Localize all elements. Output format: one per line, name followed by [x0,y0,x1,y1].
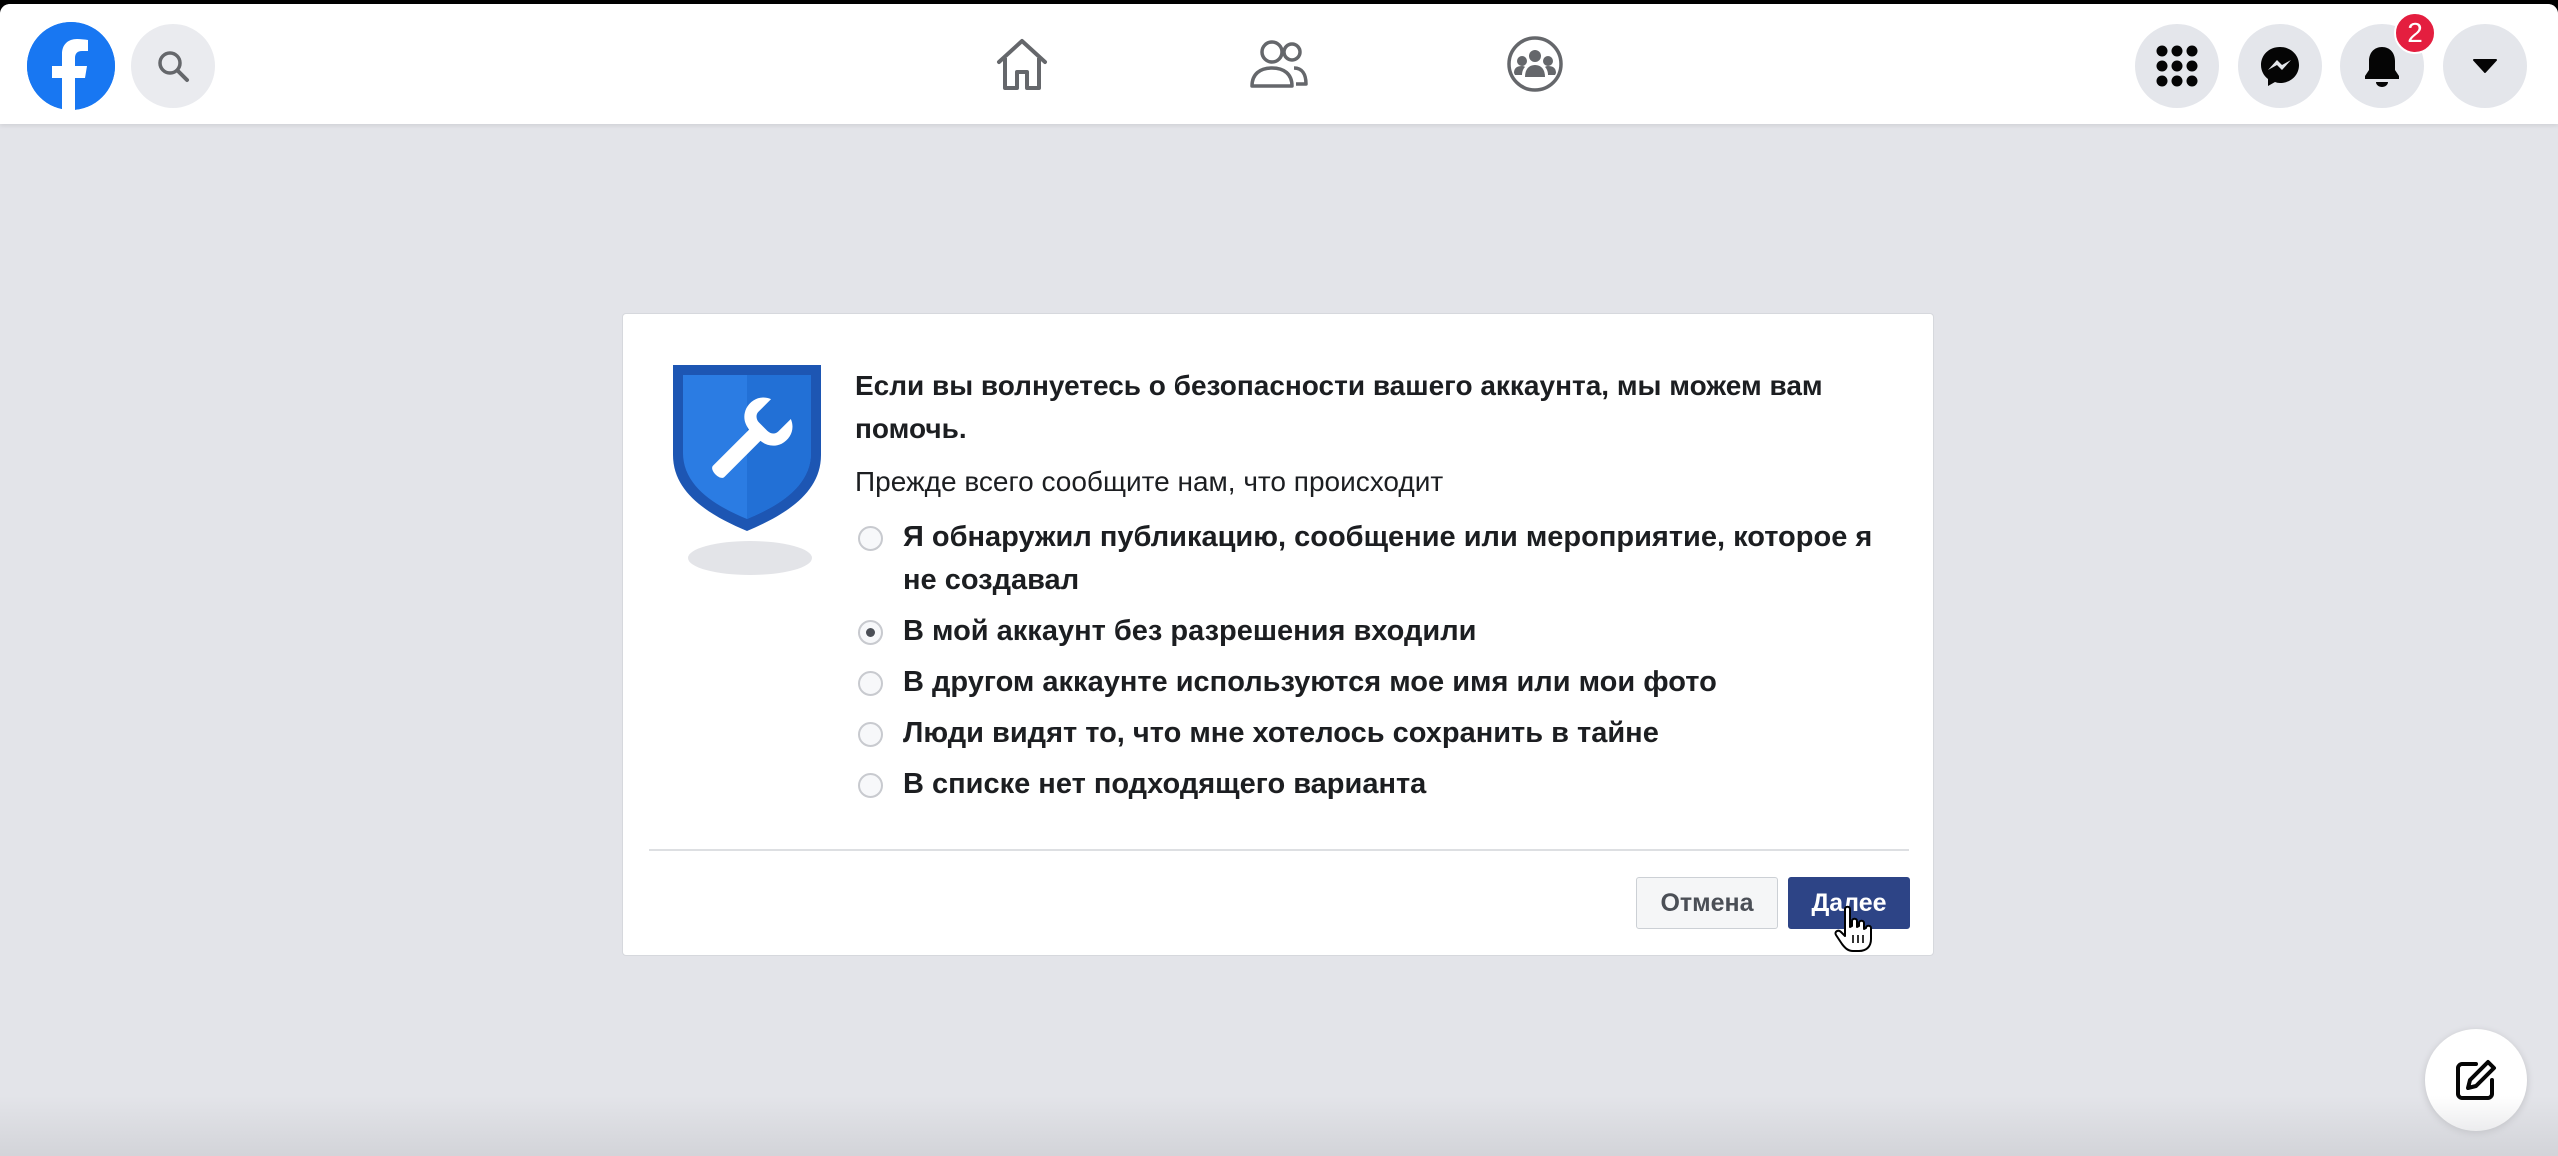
shield-wrench-icon [673,365,823,585]
search-button[interactable] [131,24,215,108]
top-navigation-bar: 2 [0,4,2558,124]
home-icon [997,39,1047,90]
option-label: В мой аккаунт без разрешения входили [903,615,1477,647]
notification-count-badge: 2 [2394,12,2436,54]
options-radio-group: Я обнаружил публикацию, сообщение или ме… [855,516,1905,806]
dialog-divider [649,849,1909,851]
radio-button[interactable] [858,526,883,551]
option-unauthorized-login[interactable]: В мой аккаунт без разрешения входили [855,610,1885,653]
bottom-shade [0,1096,2558,1156]
notifications-icon [2365,47,2399,87]
dialog-content: Если вы волнуетесь о безопасности вашего… [855,364,1905,814]
option-label: В другом аккаунте используются мое имя и… [903,666,1717,698]
friends-tab[interactable] [1247,34,1311,94]
browser-window: 2 Если вы волнуетесь о безопасности ваше… [0,4,2558,1156]
option-label: В списке нет подходящего варианта [903,768,1427,800]
option-impersonation[interactable]: В другом аккаунте используются мое имя и… [855,661,1885,704]
cancel-button[interactable]: Отмена [1636,877,1778,929]
home-tab[interactable] [990,34,1054,94]
notifications-button[interactable]: 2 [2340,12,2436,108]
account-menu-button[interactable] [2443,24,2527,108]
messenger-button[interactable] [2238,24,2322,108]
messenger-icon [2261,47,2299,86]
radio-button[interactable] [858,773,883,798]
menu-grid-icon [2156,45,2198,87]
radio-button-selected[interactable] [858,620,883,645]
account-dropdown-icon [2473,59,2497,73]
groups-tab[interactable] [1503,34,1567,94]
friends-icon [1250,40,1308,88]
facebook-logo-icon[interactable] [27,22,115,110]
hand-pointer-cursor-icon [1834,905,1872,952]
option-post-not-created[interactable]: Я обнаружил публикацию, сообщение или ме… [855,516,1885,602]
menu-button[interactable] [2135,24,2219,108]
option-label: Люди видят то, что мне хотелось сохранит… [903,717,1659,749]
security-help-dialog: Если вы волнуетесь о безопасности вашего… [622,313,1934,956]
radio-button[interactable] [858,722,883,747]
groups-icon [1507,36,1563,92]
dialog-subheading: Прежде всего сообщите нам, что происходи… [855,466,1444,497]
dialog-heading: Если вы волнуетесь о безопасности вашего… [855,370,1823,444]
option-label: Я обнаружил публикацию, сообщение или ме… [903,521,1873,596]
option-none-apply[interactable]: В списке нет подходящего варианта [855,763,1885,806]
option-private-info-exposed[interactable]: Люди видят то, что мне хотелось сохранит… [855,712,1885,755]
radio-button[interactable] [858,671,883,696]
illustration-shadow [688,541,812,575]
search-icon [158,51,189,82]
